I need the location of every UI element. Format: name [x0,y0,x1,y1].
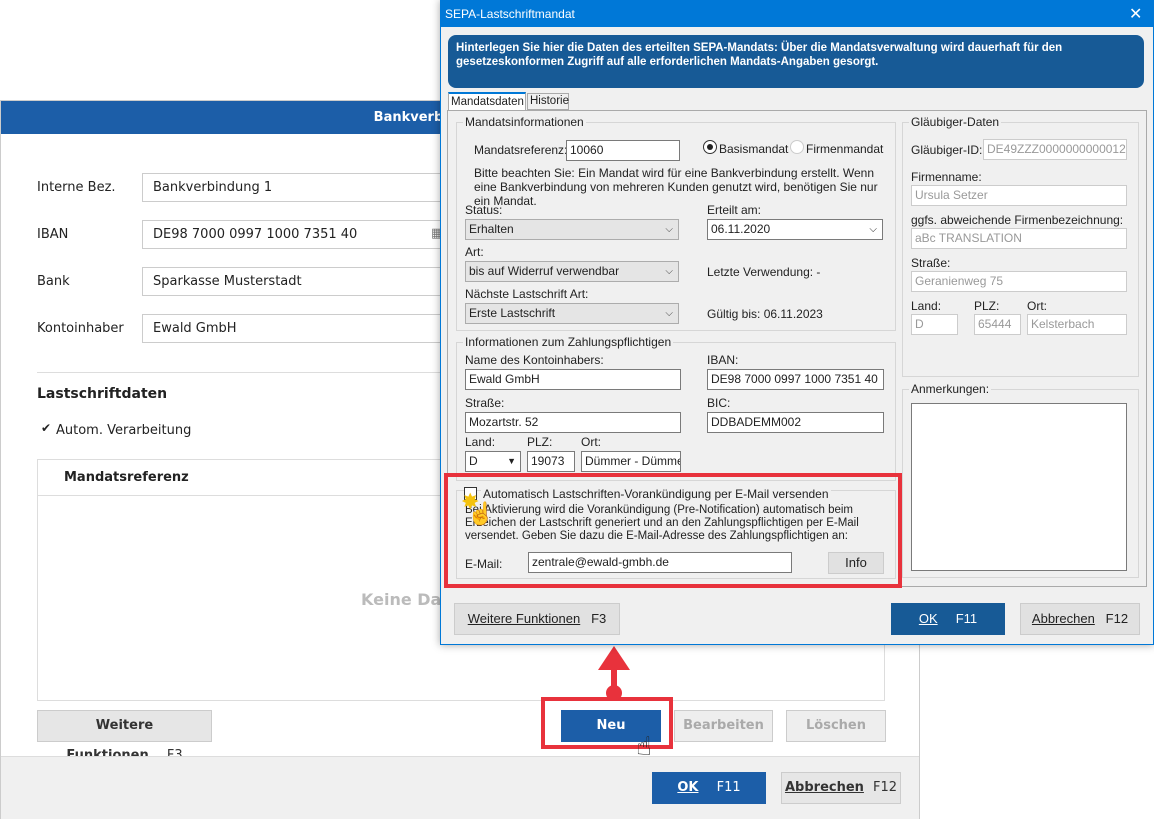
art-label: Art: [465,245,484,259]
creditor-land-input[interactable]: D [911,314,958,335]
account-holder-input[interactable]: Ewald GmbH [142,314,462,343]
ok-button[interactable]: OK F11 [652,772,766,804]
plz-label: PLZ: [974,299,1000,313]
creditor-group: Gläubiger-Daten Gläubiger-ID: DE49ZZZ000… [902,115,1139,377]
notes-textarea[interactable] [911,403,1127,571]
creditor-plz-input[interactable]: 65444 [974,314,1021,335]
group-label: Anmerkungen: [909,382,992,396]
iban-input[interactable]: DE98 7000 0997 1000 7351 40 [142,220,462,249]
bic-label: BIC: [707,396,731,410]
radio-label: Basismandat [719,142,789,156]
country-select[interactable]: D ▼ [465,451,521,472]
land-label: Land: [465,435,496,449]
bank-input[interactable]: Sparkasse Musterstadt [142,267,462,296]
payer-group: Informationen zum Zahlungspflichtigen Na… [456,335,896,481]
valid-until: Gültig bis: 06.11.2023 [707,307,823,321]
mandate-ref-input[interactable]: 10060 [566,140,680,161]
ort-label: Ort: [1027,299,1047,313]
creditor-id-input[interactable]: DE49ZZZ00000000000123456 [983,139,1127,160]
firm-label: Firmenname: [911,170,982,184]
chevron-down-icon: ⌵ [665,266,673,277]
creditor-street-input[interactable]: Geranienweg 75 [911,271,1127,292]
delete-button[interactable]: Löschen [786,710,886,742]
creditor-id-label: Gläubiger-ID: [911,143,983,157]
highlight-prenotification [444,473,902,588]
info-banner: Hinterlegen Sie hier die Daten des ertei… [448,35,1144,88]
ort-input[interactable]: Dümmer - Dümmerstorf [581,451,681,472]
sepa-mandate-dialog: SEPA-Lastschriftmandat ✕ Hinterlegen Sie… [440,0,1154,645]
edit-button[interactable]: Bearbeiten [674,710,773,742]
firmenmandat-radio[interactable] [790,140,804,154]
dialog-cancel-button[interactable]: Abbrechen F12 [1020,603,1140,635]
group-label: Gläubiger-Daten [909,115,1002,129]
erteilt-date-picker[interactable]: 06.11.2020 ⌵ [707,219,883,240]
ort-label: Ort: [581,435,601,449]
mandate-note: Bitte beachten Sie: Ein Mandat wird für … [474,166,878,208]
dialog-ok-button[interactable]: OK F11 [891,603,1005,635]
next-select[interactable]: Erste Lastschrift ⌵ [465,303,679,324]
auto-label: Autom. Verarbeitung [56,423,192,438]
dialog-title: SEPA-Lastschriftmandat [441,1,1153,27]
mandate-info-group: Mandatsinformationen Mandatsreferenz: 10… [456,115,896,331]
field-label: Interne Bez. [37,180,116,195]
iban-input[interactable]: DE98 7000 0997 1000 7351 40 [707,369,884,390]
iban-label: IBAN: [707,353,739,367]
erteilt-label: Erteilt am: [707,203,762,217]
group-label: Mandatsinformationen [463,115,586,129]
tab-mandatsdaten[interactable]: Mandatsdaten [448,92,526,111]
name-label: Name des Kontoinhabers: [465,353,604,367]
auto-checkbox[interactable]: ✔ [41,421,51,435]
notes-group: Anmerkungen: [902,382,1139,578]
plz-label: PLZ: [527,435,553,449]
bic-input[interactable]: DDBADEMM002 [707,412,884,433]
tab-historie[interactable]: Historie [527,93,569,110]
creditor-ort-input[interactable]: Kelsterbach [1027,314,1127,335]
ref-label: Mandatsreferenz: [474,143,568,157]
land-label: Land: [911,299,942,313]
radio-label: Firmenmandat [806,142,884,156]
last-use: Letzte Verwendung: - [707,265,821,279]
chevron-down-icon: ⌵ [665,308,673,319]
chevron-down-icon: ⌵ [869,224,877,235]
empty-message: Keine Dat [361,590,449,609]
more-functions-button[interactable]: Weitere Funktionen F3 [37,710,212,763]
status-select[interactable]: Erhalten ⌵ [465,219,679,240]
alt-label: ggfs. abweichende Firmenbezeichnung: [911,213,1124,227]
section-title: Lastschriftdaten [37,386,168,402]
art-select[interactable]: bis auf Widerruf verwendbar ⌵ [465,261,679,282]
close-icon[interactable]: ✕ [1129,4,1142,24]
firm-input[interactable]: Ursula Setzer [911,185,1127,206]
cancel-button[interactable]: Abbrechen F12 [781,772,901,804]
street-label: Straße: [911,256,951,270]
highlight-new [541,697,673,749]
group-label: Informationen zum Zahlungspflichtigen [463,335,674,349]
dialog-more-functions-button[interactable]: Weitere Funktionen F3 [454,603,620,635]
arrow-dot [606,685,622,701]
hand-cursor-icon: ☝ [636,732,652,762]
next-label: Nächste Lastschrift Art: [465,287,589,301]
arrow-head-icon [598,646,630,670]
field-label: Bank [37,274,70,289]
chevron-down-icon: ⌵ [665,224,673,235]
hand-cursor-icon: ☝ [467,501,495,526]
street-input[interactable]: Mozartstr. 52 [465,412,681,433]
field-label: Kontoinhaber [37,321,124,336]
plz-input[interactable]: 19073 [527,451,575,472]
holder-name-input[interactable]: Ewald GmbH [465,369,681,390]
dropdown-arrow-icon: ▼ [507,456,516,466]
basismandat-radio[interactable] [703,140,717,154]
internal-name-input[interactable]: Bankverbindung 1 [142,173,462,202]
field-label: IBAN [37,227,69,242]
street-label: Straße: [465,396,505,410]
status-label: Status: [465,203,503,217]
alt-firm-input[interactable]: aBc TRANSLATION [911,228,1127,249]
